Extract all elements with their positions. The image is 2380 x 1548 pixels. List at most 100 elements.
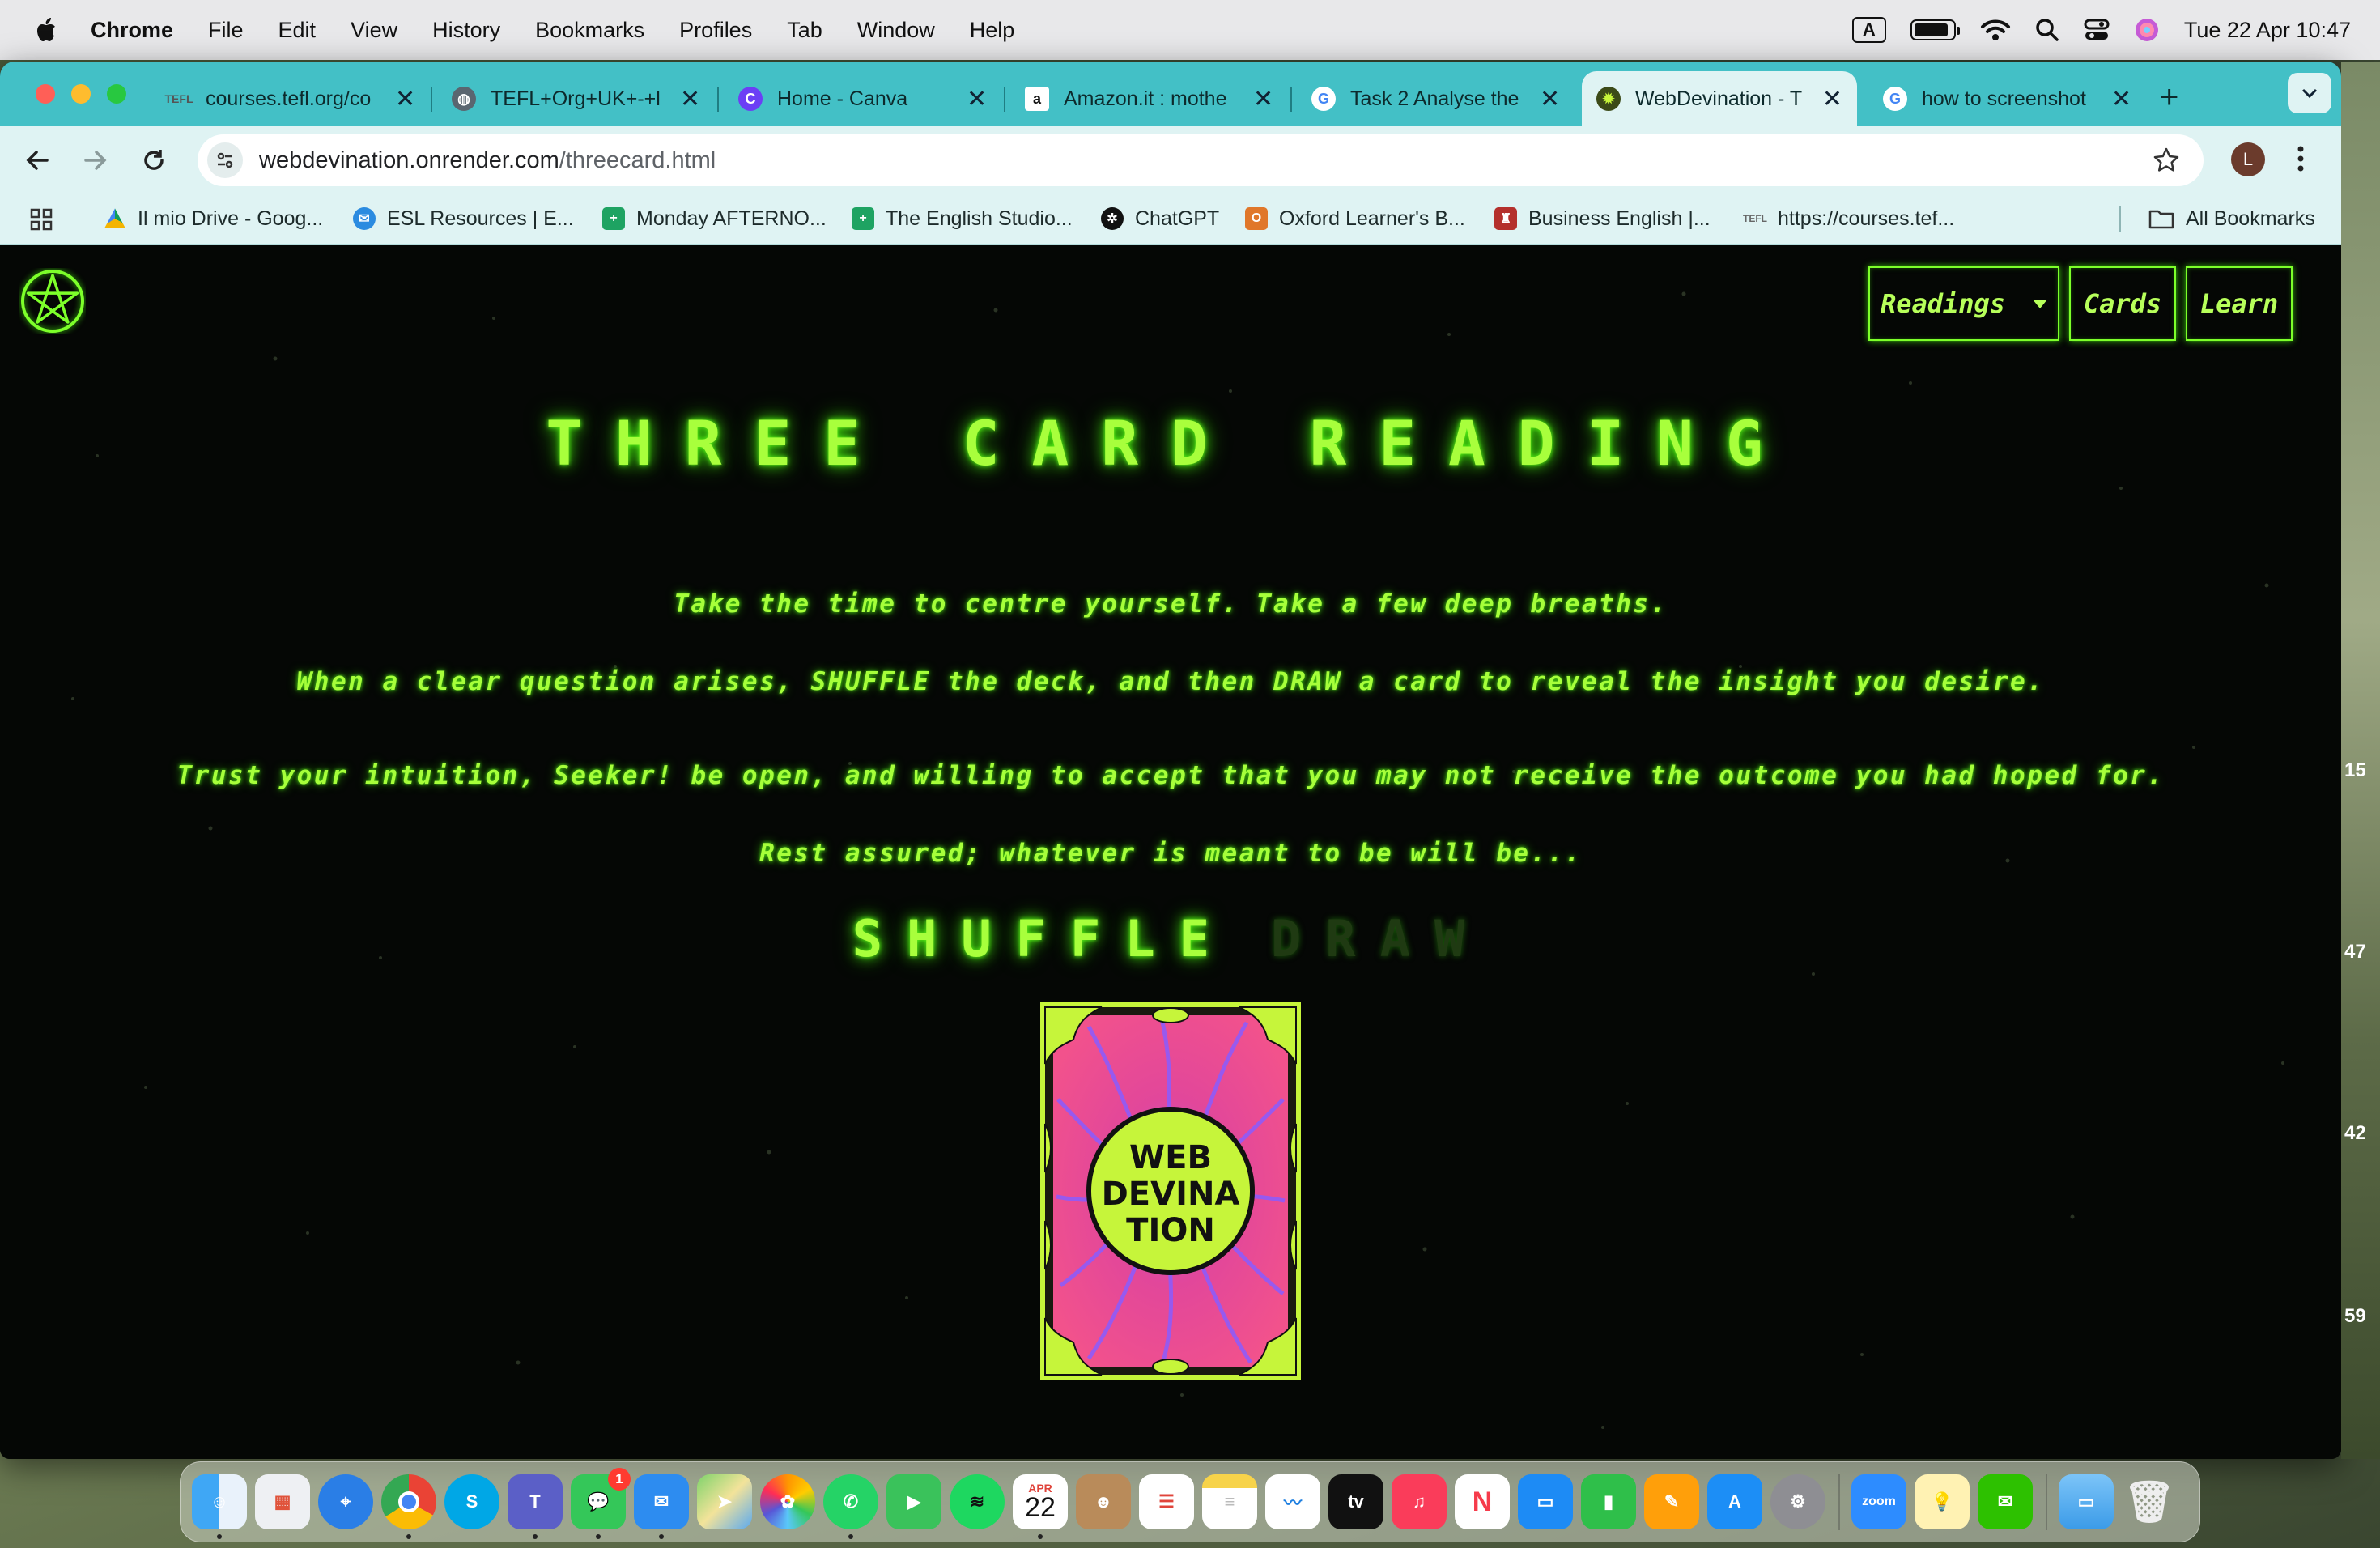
close-window-button[interactable] [36,84,55,104]
close-tab-icon[interactable]: ✕ [2111,85,2131,113]
new-tab-button[interactable]: + [2160,79,2178,116]
all-bookmarks-button[interactable]: All Bookmarks [2148,204,2315,233]
tarot-card-back[interactable]: WEB DEVINA TION [1040,1002,1301,1380]
siri-icon[interactable] [2134,17,2160,43]
menu-clock[interactable]: Tue 22 Apr 10:47 [2184,18,2351,43]
browser-tab[interactable]: G Task 2 Analyse the ✕ [1297,71,1575,126]
back-button[interactable] [19,142,55,178]
bookmark-item[interactable]: + Monday AFTERNO... [602,204,827,233]
apps-grid-icon[interactable] [29,207,53,232]
zoom-window-button[interactable] [107,84,126,104]
safari-icon[interactable]: ⌖ [318,1474,373,1529]
apple-logo-icon[interactable] [31,14,63,46]
profile-avatar[interactable]: L [2231,142,2265,176]
maps-icon[interactable]: ➤ [697,1474,752,1529]
bookmark-item[interactable]: Il mio Drive - Goog... [104,204,323,233]
finder-icon[interactable]: ☺ [192,1474,247,1539]
menu-profiles[interactable]: Profiles [679,18,752,43]
mail-icon[interactable]: ✉ [634,1474,689,1539]
freeform-icon[interactable]: 〰 [1265,1474,1320,1529]
menu-history[interactable]: History [432,18,500,43]
browser-tab[interactable]: a Amazon.it : mothe ✕ [1010,71,1288,126]
search-icon[interactable] [2035,18,2059,42]
bookmark-item[interactable]: ✲ ChatGPT [1101,204,1219,233]
bookmark-label: ESL Resources | E... [387,206,574,230]
browser-tab[interactable]: ◍ TEFL+Org+UK+-+l ✕ [437,71,715,126]
close-tab-icon[interactable]: ✕ [1822,85,1842,113]
bookmark-item[interactable]: ♜ Business English |... [1494,204,1711,233]
input-source-badge[interactable]: A [1851,17,1886,43]
spotify-icon[interactable]: ≋ [950,1474,1005,1529]
cards-link[interactable]: Cards [2069,266,2176,341]
skype-icon[interactable]: S [444,1474,499,1529]
tab-search-button[interactable] [2288,73,2331,113]
bookmark-label: Business English |... [1528,206,1711,230]
menu-window[interactable]: Window [857,18,935,43]
bookmark-item[interactable]: + The English Studio... [852,204,1073,233]
wechat-icon[interactable]: ✉ [1978,1474,2033,1529]
trash-icon[interactable]: 🗑 [2122,1474,2177,1529]
menu-edit[interactable]: Edit [278,18,317,43]
google-drive-icon [104,208,125,228]
esl-icon: ✉ [353,207,376,230]
reminders-icon[interactable]: ☰ [1139,1474,1194,1529]
teams-icon[interactable]: T [508,1474,563,1539]
browser-tab[interactable]: C Home - Canva ✕ [724,71,1001,126]
battery-icon[interactable] [1910,19,1960,40]
notes-icon[interactable]: ≡ [1202,1474,1257,1529]
apple-tv-icon[interactable]: tv [1328,1474,1383,1529]
app-store-icon[interactable]: A [1707,1474,1762,1529]
bookmark-star-icon[interactable] [2152,146,2181,175]
system-settings-icon[interactable]: ⚙ [1770,1474,1825,1529]
bookmark-item[interactable]: TEFL https://courses.tef... [1743,204,1954,233]
readings-dropdown[interactable]: Readings [1868,266,2059,341]
control-center-icon[interactable] [2084,18,2110,42]
address-bar[interactable]: webdevination.onrender.com/threecard.htm… [198,134,2204,186]
menu-view[interactable]: View [351,18,397,43]
learn-link[interactable]: Learn [2186,266,2293,341]
menu-file[interactable]: File [208,18,244,43]
contacts-icon[interactable]: ☻ [1076,1474,1131,1529]
downloads-folder-icon[interactable]: ▭ [2059,1474,2114,1529]
notification-badge: 1 [608,1468,631,1491]
close-tab-icon[interactable]: ✕ [395,85,415,113]
browser-tab-active[interactable]: ✹ WebDevination - T ✕ [1582,71,1857,126]
close-tab-icon[interactable]: ✕ [1253,85,1273,113]
launchpad-icon[interactable]: ▦ [255,1474,310,1529]
close-tab-icon[interactable]: ✕ [1540,85,1560,113]
wifi-icon[interactable] [1980,18,2011,42]
calendar-icon[interactable]: APR 22 [1013,1474,1068,1539]
bookmarks-bar: Il mio Drive - Goog... ✉ ESL Resources |… [0,193,2341,245]
browser-tab[interactable]: TEFL courses.tefl.org/co ✕ [152,71,430,126]
more-options-icon[interactable] [2296,142,2306,175]
messages-icon[interactable]: 💬 1 [571,1468,631,1539]
music-icon[interactable]: ♫ [1392,1474,1447,1529]
forward-button[interactable] [78,142,113,178]
zoom-icon[interactable]: zoom [1851,1474,1906,1529]
close-tab-icon[interactable]: ✕ [967,85,987,113]
numbers-icon[interactable]: ▮ [1581,1474,1636,1529]
menu-help[interactable]: Help [970,18,1015,43]
bookmark-item[interactable]: ✉ ESL Resources | E... [353,204,574,233]
tab-title: Amazon.it : mothe [1064,87,1227,110]
facetime-icon[interactable]: ▶ [886,1474,941,1529]
pages-icon[interactable]: ✎ [1644,1474,1699,1529]
site-info-icon[interactable] [207,142,243,178]
pentacle-logo-icon[interactable] [19,268,86,334]
whatsapp-icon[interactable]: ✆ [823,1474,878,1539]
reload-button[interactable] [136,142,172,178]
bookmark-item[interactable]: O Oxford Learner's B... [1245,204,1465,233]
browser-tab[interactable]: G how to screenshot ✕ [1868,71,2146,126]
minimize-window-button[interactable] [71,84,91,104]
close-tab-icon[interactable]: ✕ [680,85,700,113]
news-icon[interactable]: N [1455,1474,1510,1529]
photos-icon[interactable]: ✿ [760,1474,815,1529]
menu-bookmarks[interactable]: Bookmarks [535,18,644,43]
menu-app-name[interactable]: Chrome [91,18,173,43]
draw-button[interactable]: DRAW [1271,909,1489,968]
menu-tab[interactable]: Tab [787,18,822,43]
keynote-icon[interactable]: ▭ [1518,1474,1573,1529]
tips-icon[interactable]: 💡 [1915,1474,1970,1529]
chrome-icon[interactable] [381,1474,436,1539]
shuffle-button[interactable]: SHUFFLE [852,909,1234,968]
